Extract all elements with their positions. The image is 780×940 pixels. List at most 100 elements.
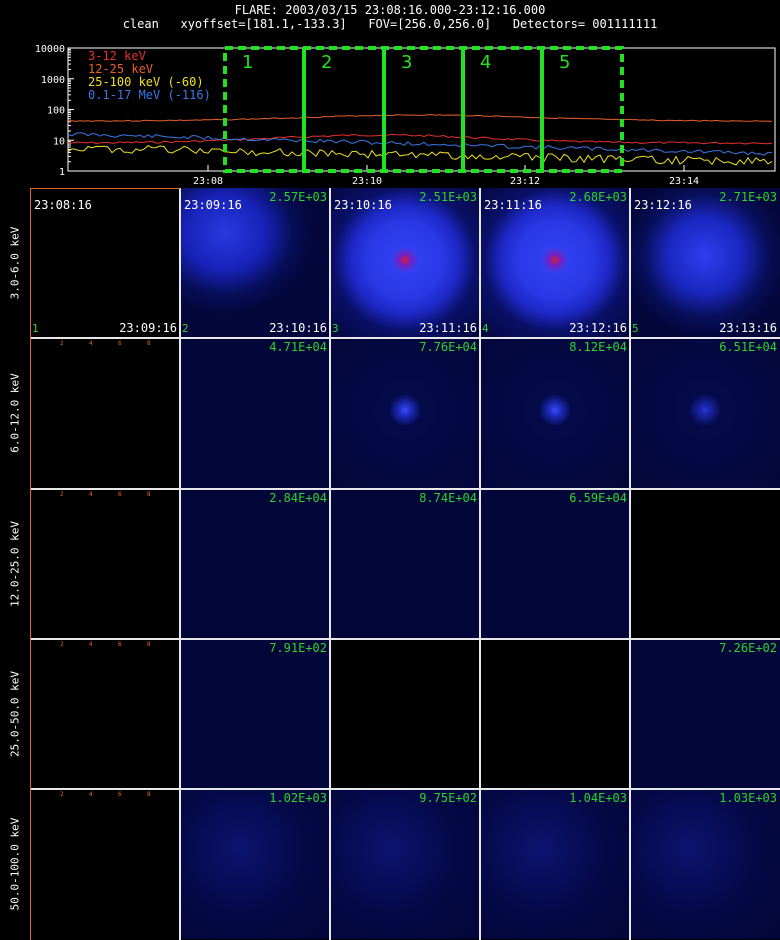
interval-number: 5 xyxy=(559,52,570,73)
image-cell: 1.03E+03 xyxy=(630,789,780,939)
interval-number: 3 xyxy=(401,52,412,73)
energy-band-label: 6.0-12.0 keV xyxy=(0,338,30,488)
image-cell: 2.84E+04 xyxy=(180,489,330,639)
image-max-value: 4.71E+04 xyxy=(269,340,327,354)
y-tick-label: 100 xyxy=(47,106,65,117)
image-cell: 2.68E+03 23:11:16 23:12:16 4 xyxy=(480,188,630,338)
image-cell: 2.71E+03 23:12:16 23:13:16 5 xyxy=(630,188,780,338)
image-max-value: 1.03E+03 xyxy=(719,791,777,805)
energy-band-text: 12.0-25.0 keV xyxy=(8,520,22,608)
image-map xyxy=(330,789,480,939)
image-max-value: 7.91E+02 xyxy=(269,641,327,655)
image-max-value: 8.12E+04 xyxy=(569,340,627,354)
image-cell: 8.12E+04 xyxy=(480,338,630,488)
image-cell xyxy=(480,639,630,789)
image-parameters: clean xyoffset=[181.1,-133.3] FOV=[256.0… xyxy=(122,17,658,31)
energy-band-text: 3.0-6.0 keV xyxy=(8,226,22,300)
y-tick-label: 1 xyxy=(59,167,65,178)
image-max-value: 7.76E+04 xyxy=(419,340,477,354)
grid-column-divider xyxy=(479,188,481,940)
interval-start-time: 23:11:16 xyxy=(484,198,542,212)
x-tick-label: 23:14 xyxy=(669,176,699,187)
energy-band-text: 50.0-100.0 keV xyxy=(8,817,22,911)
interval-number: 4 xyxy=(480,52,491,73)
image-grid: 3.0-6.0 keV 23:08:16 23:09:16 1 2.57E+03 23:0… xyxy=(0,188,780,940)
image-max-value: 2.51E+03 xyxy=(419,190,477,204)
image-max-value: 8.74E+04 xyxy=(419,491,477,505)
image-cell: 2.51E+03 23:10:16 23:11:16 3 xyxy=(330,188,480,338)
curve-3-12 xyxy=(67,133,773,145)
image-cell: 7.26E+02 xyxy=(630,639,780,789)
image-map xyxy=(180,789,330,939)
energy-band-label: 3.0-6.0 keV xyxy=(0,188,30,338)
grid-column-divider xyxy=(329,188,331,940)
image-map xyxy=(630,789,780,939)
energy-band-label: 25.0-50.0 keV xyxy=(0,639,30,789)
image-cell: 1.02E+03 xyxy=(180,789,330,939)
image-map xyxy=(480,489,630,639)
energy-band-label: 50.0-100.0 keV xyxy=(0,789,30,939)
image-max-value: 7.26E+02 xyxy=(719,641,777,655)
energy-band-text: 6.0-12.0 keV xyxy=(8,373,22,453)
image-map xyxy=(630,338,780,488)
image-cell xyxy=(630,489,780,639)
image-map xyxy=(180,639,330,789)
interval-end-time: 23:10:16 xyxy=(269,321,327,335)
y-tick-label: 10000 xyxy=(35,44,65,55)
interval-number-label: 4 xyxy=(482,322,489,335)
legend-entry: 12-25 keV xyxy=(88,62,153,76)
image-map xyxy=(180,338,330,488)
plot-frame xyxy=(67,47,776,172)
image-map xyxy=(330,489,480,639)
interval-start-time: 23:09:16 xyxy=(184,198,242,212)
image-max-value: 6.51E+04 xyxy=(719,340,777,354)
interval-number: 1 xyxy=(242,52,253,73)
image-map xyxy=(480,789,630,939)
interval-number-label: 2 xyxy=(182,322,189,335)
curve-12-25 xyxy=(67,114,773,122)
x-tick-label: 23:10 xyxy=(352,176,382,187)
image-cell xyxy=(330,639,480,789)
legend-entry: 25-100 keV (-60) xyxy=(88,75,204,89)
interval-number: 2 xyxy=(321,52,332,73)
x-tick-label: 23:12 xyxy=(510,176,540,187)
image-map xyxy=(330,639,480,789)
image-map xyxy=(630,639,780,789)
y-tick-label: 1000 xyxy=(41,75,65,86)
energy-band-text: 25.0-50.0 keV xyxy=(8,670,22,758)
flare-title: FLARE: 2003/03/15 23:08:16.000-23:12:16.… xyxy=(234,3,546,17)
image-max-value: 6.59E+04 xyxy=(569,491,627,505)
interval-start-time: 23:12:16 xyxy=(634,198,692,212)
image-map xyxy=(330,338,480,488)
image-cell: 8.74E+04 xyxy=(330,489,480,639)
interval-number-label: 3 xyxy=(332,322,339,335)
image-max-value: 2.57E+03 xyxy=(269,190,327,204)
x-tick-label: 23:08 xyxy=(193,176,223,187)
interval-end-time: 23:13:16 xyxy=(719,321,777,335)
image-cell: 6.59E+04 xyxy=(480,489,630,639)
image-max-value: 2.71E+03 xyxy=(719,190,777,204)
legend-entry: 0.1-17 MeV (-116) xyxy=(88,88,211,102)
image-max-value: 9.75E+02 xyxy=(419,791,477,805)
interval-number-label: 5 xyxy=(632,322,639,335)
legend-entry: 3-12 keV xyxy=(88,49,146,63)
image-max-value: 1.02E+03 xyxy=(269,791,327,805)
image-cell: 7.91E+02 xyxy=(180,639,330,789)
lightcurve-plot: 10000 1000 100 10 1 23:08 23:10 23:12 23:14 3-12 … xyxy=(35,44,776,187)
image-max-value: 2.68E+03 xyxy=(569,190,627,204)
image-map xyxy=(480,338,630,488)
image-cell: 7.76E+04 xyxy=(330,338,480,488)
image-cell: 9.75E+02 xyxy=(330,789,480,939)
image-map xyxy=(480,639,630,789)
curve-25-100 xyxy=(67,145,773,166)
image-cell: 4.71E+04 xyxy=(180,338,330,488)
image-cell: 2.57E+03 23:09:16 23:10:16 2 xyxy=(180,188,330,338)
image-cell: 6.51E+04 xyxy=(630,338,780,488)
image-max-value: 1.04E+03 xyxy=(569,791,627,805)
y-tick-label: 10 xyxy=(53,136,65,147)
interval-end-time: 23:11:16 xyxy=(419,321,477,335)
axis-frame xyxy=(30,188,180,940)
grid-column-divider xyxy=(629,188,631,940)
energy-band-label: 12.0-25.0 keV xyxy=(0,489,30,639)
image-max-value: 2.84E+04 xyxy=(269,491,327,505)
